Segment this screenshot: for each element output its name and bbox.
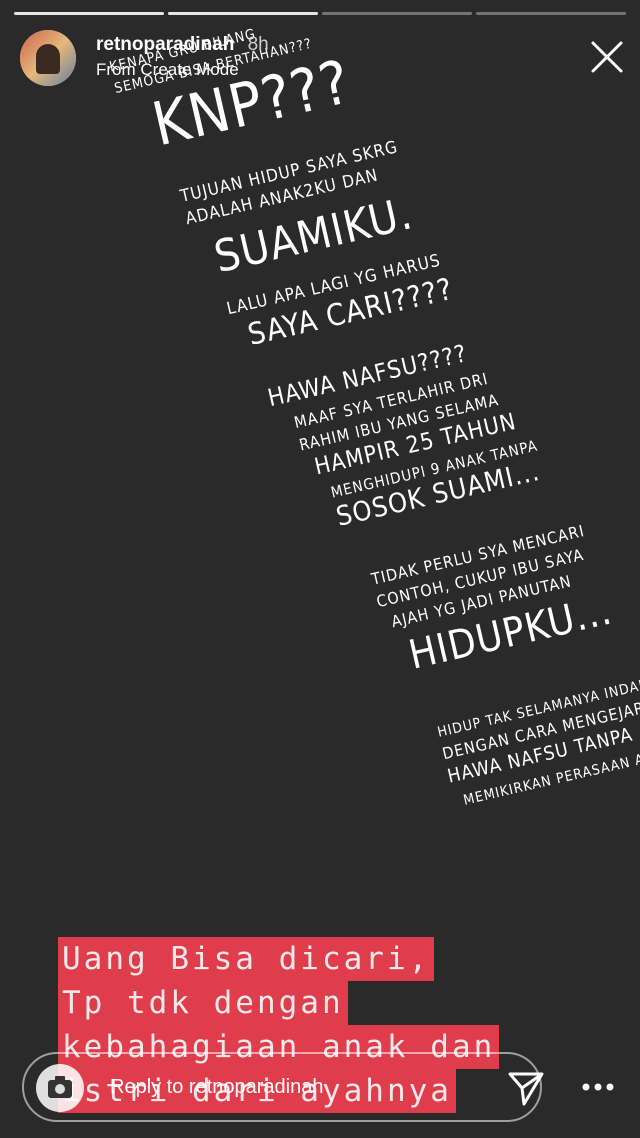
story-text-block: KENAPA GRU BILANG SEMOGA BISA BERTAHAN??…	[60, 0, 640, 808]
progress-segment	[14, 12, 164, 15]
more-options-button[interactable]	[578, 1074, 618, 1100]
story-header: retnoparadinah 8h From Create Mode	[20, 30, 624, 86]
caption-line: Uang Bisa dicari,	[58, 937, 435, 981]
progress-segment	[168, 12, 318, 15]
story-footer: Reply to retnoparadinah	[22, 1052, 622, 1122]
camera-icon	[48, 1076, 72, 1098]
close-button[interactable]	[590, 40, 624, 74]
caption-line: Tp tdk dengan	[58, 981, 348, 1025]
username[interactable]: retnoparadinah	[96, 34, 234, 55]
send-button[interactable]	[506, 1068, 546, 1108]
story-subtitle: From Create Mode	[96, 60, 239, 79]
close-icon	[591, 41, 623, 73]
more-icon	[582, 1083, 614, 1091]
progress-segment	[322, 12, 472, 15]
avatar[interactable]	[20, 30, 76, 86]
reply-placeholder: Reply to retnoparadinah	[110, 1076, 324, 1098]
send-icon	[508, 1072, 544, 1106]
reply-input[interactable]: Reply to retnoparadinah	[22, 1052, 542, 1122]
camera-button[interactable]	[36, 1064, 84, 1112]
story-view: KENAPA GRU BILANG SEMOGA BISA BERTAHAN??…	[0, 0, 640, 1138]
story-progress-bar	[14, 12, 626, 15]
avatar-image	[36, 44, 60, 74]
username-row[interactable]: retnoparadinah 8h	[96, 34, 269, 56]
post-time: 8h	[247, 34, 269, 55]
progress-segment	[476, 12, 626, 15]
